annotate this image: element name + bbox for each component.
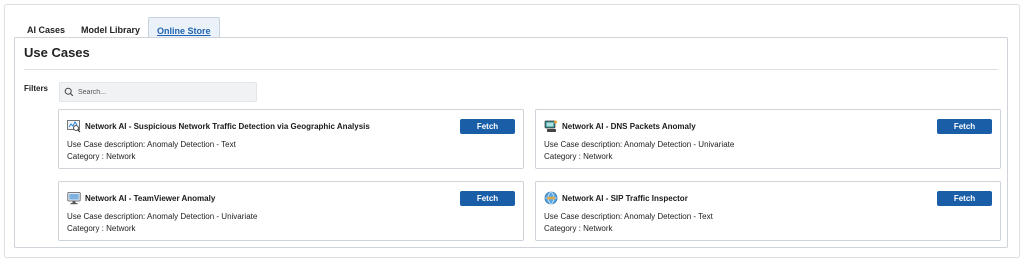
search-box bbox=[59, 82, 257, 102]
category-value: Network bbox=[106, 224, 136, 233]
use-case-card: Network AI - SIP Traffic Inspector Fetch… bbox=[535, 181, 1001, 241]
category-label: Category : bbox=[67, 224, 104, 233]
use-case-description: Use Case description: Anomaly Detection … bbox=[544, 140, 734, 149]
card-title: Network AI - Suspicious Network Traffic … bbox=[85, 121, 370, 131]
description-value: Anomaly Detection - Univariate bbox=[147, 212, 258, 221]
category-value: Network bbox=[583, 224, 613, 233]
category-value: Network bbox=[106, 152, 136, 161]
description-label: Use Case description: bbox=[544, 212, 623, 221]
use-case-category: Category : Network bbox=[67, 224, 135, 233]
use-case-card: Network AI - DNS Packets Anomaly Fetch U… bbox=[535, 109, 1001, 169]
category-label: Category : bbox=[544, 152, 581, 161]
search-icon bbox=[60, 83, 78, 101]
use-case-category: Category : Network bbox=[544, 152, 612, 161]
divider bbox=[24, 69, 998, 70]
use-case-description: Use Case description: Anomaly Detection … bbox=[67, 140, 236, 149]
description-value: Anomaly Detection - Text bbox=[624, 212, 713, 221]
card-title: Network AI - SIP Traffic Inspector bbox=[562, 193, 688, 203]
description-label: Use Case description: bbox=[67, 212, 146, 221]
use-case-card: Network AI - TeamViewer Anomaly Fetch Us… bbox=[58, 181, 524, 241]
monitor-icon bbox=[67, 191, 81, 205]
description-value: Anomaly Detection - Univariate bbox=[624, 140, 735, 149]
use-case-card: Network AI - Suspicious Network Traffic … bbox=[58, 109, 524, 169]
server-network-icon bbox=[544, 119, 558, 133]
card-title: Network AI - DNS Packets Anomaly bbox=[562, 121, 696, 131]
use-case-category: Category : Network bbox=[544, 224, 612, 233]
filters-label: Filters bbox=[24, 84, 49, 93]
category-value: Network bbox=[583, 152, 613, 161]
globe-network-icon bbox=[544, 191, 558, 205]
fetch-button[interactable]: Fetch bbox=[460, 119, 515, 134]
description-value: Anomaly Detection - Text bbox=[147, 140, 236, 149]
category-label: Category : bbox=[544, 224, 581, 233]
description-label: Use Case description: bbox=[67, 140, 146, 149]
chart-magnifier-icon bbox=[67, 119, 81, 133]
search-input[interactable] bbox=[78, 88, 248, 96]
fetch-button[interactable]: Fetch bbox=[460, 191, 515, 206]
fetch-button[interactable]: Fetch bbox=[937, 119, 992, 134]
use-case-description: Use Case description: Anomaly Detection … bbox=[544, 212, 713, 221]
description-label: Use Case description: bbox=[544, 140, 623, 149]
use-case-description: Use Case description: Anomaly Detection … bbox=[67, 212, 257, 221]
use-cases-panel: Use Cases Filters Network AI - Suspiciou… bbox=[14, 37, 1008, 248]
fetch-button[interactable]: Fetch bbox=[937, 191, 992, 206]
category-label: Category : bbox=[67, 152, 104, 161]
page-title: Use Cases bbox=[24, 45, 90, 60]
use-case-category: Category : Network bbox=[67, 152, 135, 161]
card-title: Network AI - TeamViewer Anomaly bbox=[85, 193, 216, 203]
